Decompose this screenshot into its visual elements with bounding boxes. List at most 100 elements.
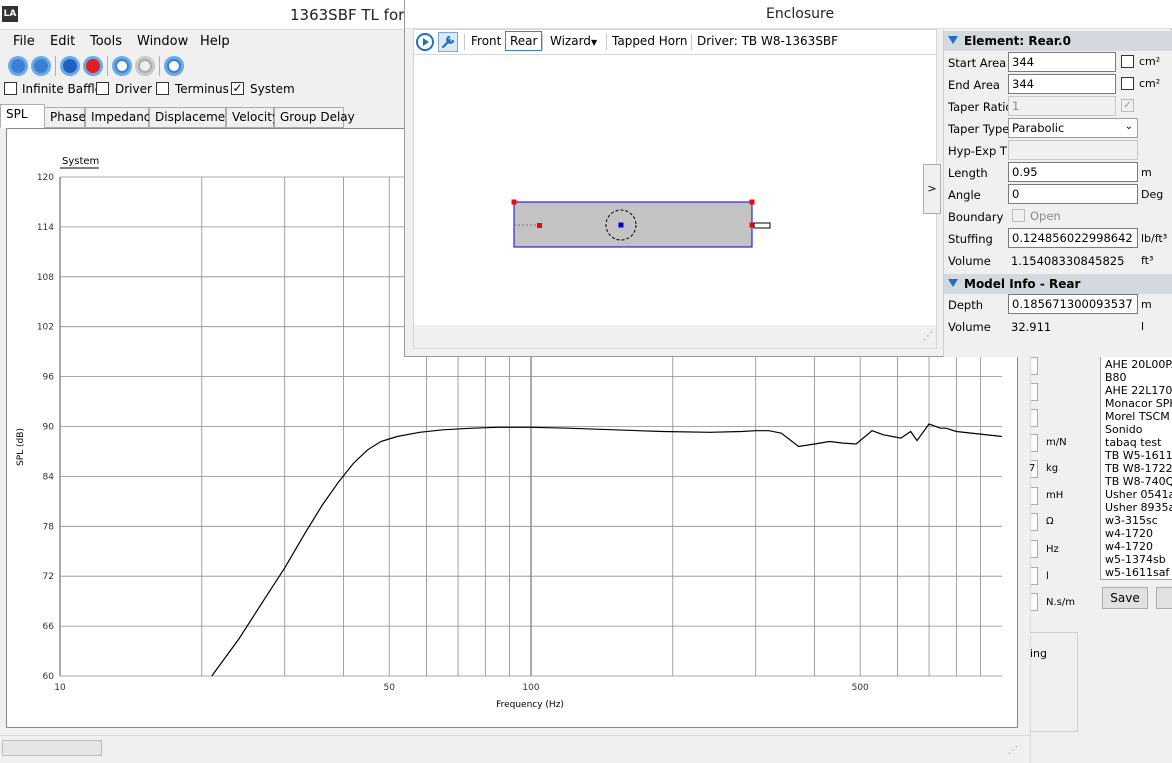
- list-item[interactable]: TB W8-740Q: [1105, 475, 1172, 488]
- record-blue-icon[interactable]: [60, 56, 80, 76]
- menu-file[interactable]: File: [13, 34, 35, 49]
- play-icon[interactable]: [416, 33, 434, 51]
- boundary-label: Boundary: [948, 210, 1004, 224]
- infinite-baffle-checkbox[interactable]: [4, 82, 17, 95]
- step-back-icon[interactable]: [112, 56, 132, 76]
- list-item[interactable]: Sonido: [1105, 423, 1142, 436]
- enclosure-canvas[interactable]: [413, 55, 937, 325]
- chevron-down-icon[interactable]: ▼: [591, 38, 597, 47]
- rear-element-rect[interactable]: [513, 201, 753, 248]
- main-window-title: 1363SBF TL for O: [290, 6, 421, 24]
- rear-button[interactable]: Rear: [505, 31, 543, 51]
- open-icon[interactable]: [31, 56, 51, 76]
- resize-grip-icon[interactable]: ⋰: [923, 331, 933, 342]
- menu-tools[interactable]: Tools: [90, 34, 122, 49]
- unit-label: kg: [1046, 463, 1059, 474]
- list-item[interactable]: w4-1720: [1105, 527, 1153, 540]
- taper-type-select[interactable]: Parabolic ⌄: [1008, 118, 1138, 138]
- play-icon[interactable]: [164, 56, 184, 76]
- list-item[interactable]: Morel TSCM 6: [1105, 410, 1172, 423]
- start-area-unit-checkbox[interactable]: [1121, 55, 1134, 68]
- driver-list[interactable]: AHE 20L00PA B80 AHE 22L170P Monacor SPH …: [1100, 354, 1172, 580]
- param-field[interactable]: [1031, 593, 1038, 611]
- driver-checkbox[interactable]: [96, 82, 109, 95]
- top-right-handle[interactable]: [749, 199, 755, 205]
- list-item[interactable]: TB W8-1722 V: [1105, 462, 1172, 475]
- menu-help[interactable]: Help: [200, 34, 230, 49]
- list-item[interactable]: w5-1374sb: [1105, 553, 1166, 566]
- model-volume-unit: l: [1141, 320, 1145, 333]
- stuffing-input[interactable]: 0.124856022998642: [1008, 228, 1138, 248]
- list-item[interactable]: w4-1720: [1105, 540, 1153, 553]
- wizard-menu[interactable]: Wizard: [550, 34, 591, 48]
- list-item[interactable]: tabaq test: [1105, 436, 1161, 449]
- list-item[interactable]: w3-315sc: [1105, 514, 1158, 527]
- start-area-input[interactable]: 344: [1008, 52, 1116, 72]
- front-button[interactable]: Front: [471, 34, 501, 48]
- collapse-icon[interactable]: [948, 36, 958, 44]
- system-label: System: [250, 82, 295, 96]
- enclosure-diagram: [511, 199, 771, 248]
- wrench-icon[interactable]: [438, 32, 458, 52]
- list-item[interactable]: Monacor SPH: [1105, 397, 1172, 410]
- param-field[interactable]: [1031, 513, 1038, 531]
- list-item[interactable]: Usher 0541a: [1105, 488, 1172, 501]
- param-field[interactable]: [1031, 540, 1038, 558]
- step-forward-icon[interactable]: [135, 56, 155, 76]
- partial-button[interactable]: [1156, 587, 1172, 609]
- terminus-port[interactable]: [753, 222, 771, 229]
- list-item[interactable]: B80: [1105, 371, 1127, 384]
- app-logo: LA: [2, 6, 18, 22]
- enclosure-window: Enclosure Front Rear Wizard ▼ Tapped Hor…: [404, 0, 1172, 357]
- length-unit: m: [1141, 166, 1152, 179]
- tab-spl[interactable]: SPL: [0, 104, 45, 128]
- end-area-unit-checkbox[interactable]: [1121, 77, 1134, 90]
- param-field[interactable]: 7: [1029, 460, 1038, 478]
- expand-panel-button[interactable]: >: [923, 164, 941, 214]
- param-field[interactable]: [1031, 434, 1038, 452]
- list-item[interactable]: AHE 22L170P: [1105, 384, 1172, 397]
- param-field[interactable]: [1031, 383, 1038, 401]
- list-item[interactable]: Usher 8935a1: [1105, 501, 1172, 514]
- param-field[interactable]: [1031, 567, 1038, 585]
- system-checkbox[interactable]: ✓: [231, 82, 244, 95]
- list-item[interactable]: TB W5-1611S: [1105, 449, 1172, 462]
- model-section-header[interactable]: Model Info - Rear: [944, 274, 1172, 294]
- param-field[interactable]: [1031, 409, 1038, 427]
- list-item[interactable]: AHE 20L00PA: [1105, 358, 1172, 371]
- list-item[interactable]: w5-1611saf: [1105, 566, 1169, 579]
- end-area-input[interactable]: 344: [1008, 74, 1116, 94]
- unit-label: l: [1046, 571, 1049, 582]
- toolbar-separator: [542, 34, 543, 50]
- chevron-down-icon[interactable]: ⌄: [1125, 121, 1133, 132]
- element-section-header[interactable]: Element: Rear.0: [944, 31, 1172, 51]
- param-field[interactable]: [1031, 357, 1038, 375]
- angle-input[interactable]: 0: [1008, 184, 1138, 204]
- tab-impedance[interactable]: Impedance: [85, 107, 158, 128]
- save-button[interactable]: Save: [1102, 587, 1148, 609]
- enclosure-title: Enclosure: [766, 6, 835, 22]
- hyp-exp-label: Hyp-Exp T: [948, 144, 1007, 158]
- resize-grip-icon[interactable]: ⋰: [1008, 745, 1022, 759]
- length-input[interactable]: 0.95: [1008, 162, 1138, 182]
- tab-velocity[interactable]: Velocity: [226, 107, 279, 128]
- x-tick-label: 500: [852, 683, 869, 693]
- new-icon[interactable]: [8, 56, 28, 76]
- driver-center-handle[interactable]: [618, 222, 624, 228]
- left-port-handle[interactable]: [537, 223, 542, 228]
- top-left-handle[interactable]: [511, 199, 517, 205]
- depth-input[interactable]: 0.185671300093537: [1008, 294, 1138, 314]
- collapse-icon[interactable]: [948, 279, 958, 287]
- param-field[interactable]: [1031, 487, 1038, 505]
- tab-displacement[interactable]: Displacement: [149, 107, 238, 128]
- record-red-icon[interactable]: [83, 56, 103, 76]
- legend-system: System: [62, 156, 99, 167]
- menu-window[interactable]: Window: [137, 34, 188, 49]
- tapped-horn-button[interactable]: Tapped Horn: [612, 34, 687, 48]
- tab-group-delay[interactable]: Group Delay: [274, 107, 355, 128]
- menu-edit[interactable]: Edit: [50, 34, 75, 49]
- terminus-checkbox[interactable]: [156, 82, 169, 95]
- tab-phase[interactable]: Phase: [44, 107, 86, 128]
- unit-label: m/N: [1046, 437, 1067, 448]
- toolbar-separator: [464, 34, 465, 50]
